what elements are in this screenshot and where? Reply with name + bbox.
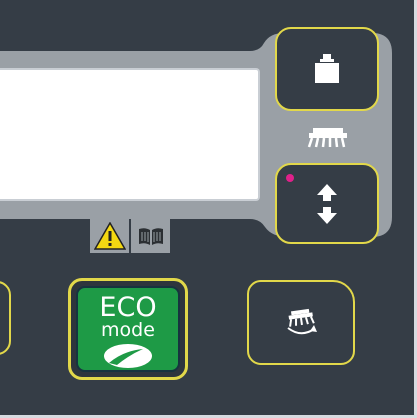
eco-mode-button[interactable]: ECO mode <box>68 278 188 380</box>
brush-pressure-button[interactable] <box>275 27 379 111</box>
leaf-icon <box>104 344 152 368</box>
eco-subtitle: mode <box>101 319 155 341</box>
brush-rotate-icon <box>287 308 317 334</box>
lcd-display <box>0 68 260 201</box>
manual-cell <box>131 218 170 253</box>
left-button[interactable] <box>0 281 11 355</box>
eco-mode-face: ECO mode <box>76 286 180 372</box>
warning-cell <box>90 218 129 253</box>
brush-rotate-button[interactable] <box>247 280 355 365</box>
book-manual-icon <box>138 227 163 245</box>
status-led <box>286 174 294 182</box>
warning-triangle-icon <box>93 221 126 250</box>
weight-icon <box>315 54 339 83</box>
brush-deck-icon <box>307 128 347 148</box>
eco-title: ECO <box>99 292 157 323</box>
warning-indicators <box>90 218 170 253</box>
up-down-arrows-icon <box>317 183 337 224</box>
control-panel: ECO mode <box>0 0 417 418</box>
